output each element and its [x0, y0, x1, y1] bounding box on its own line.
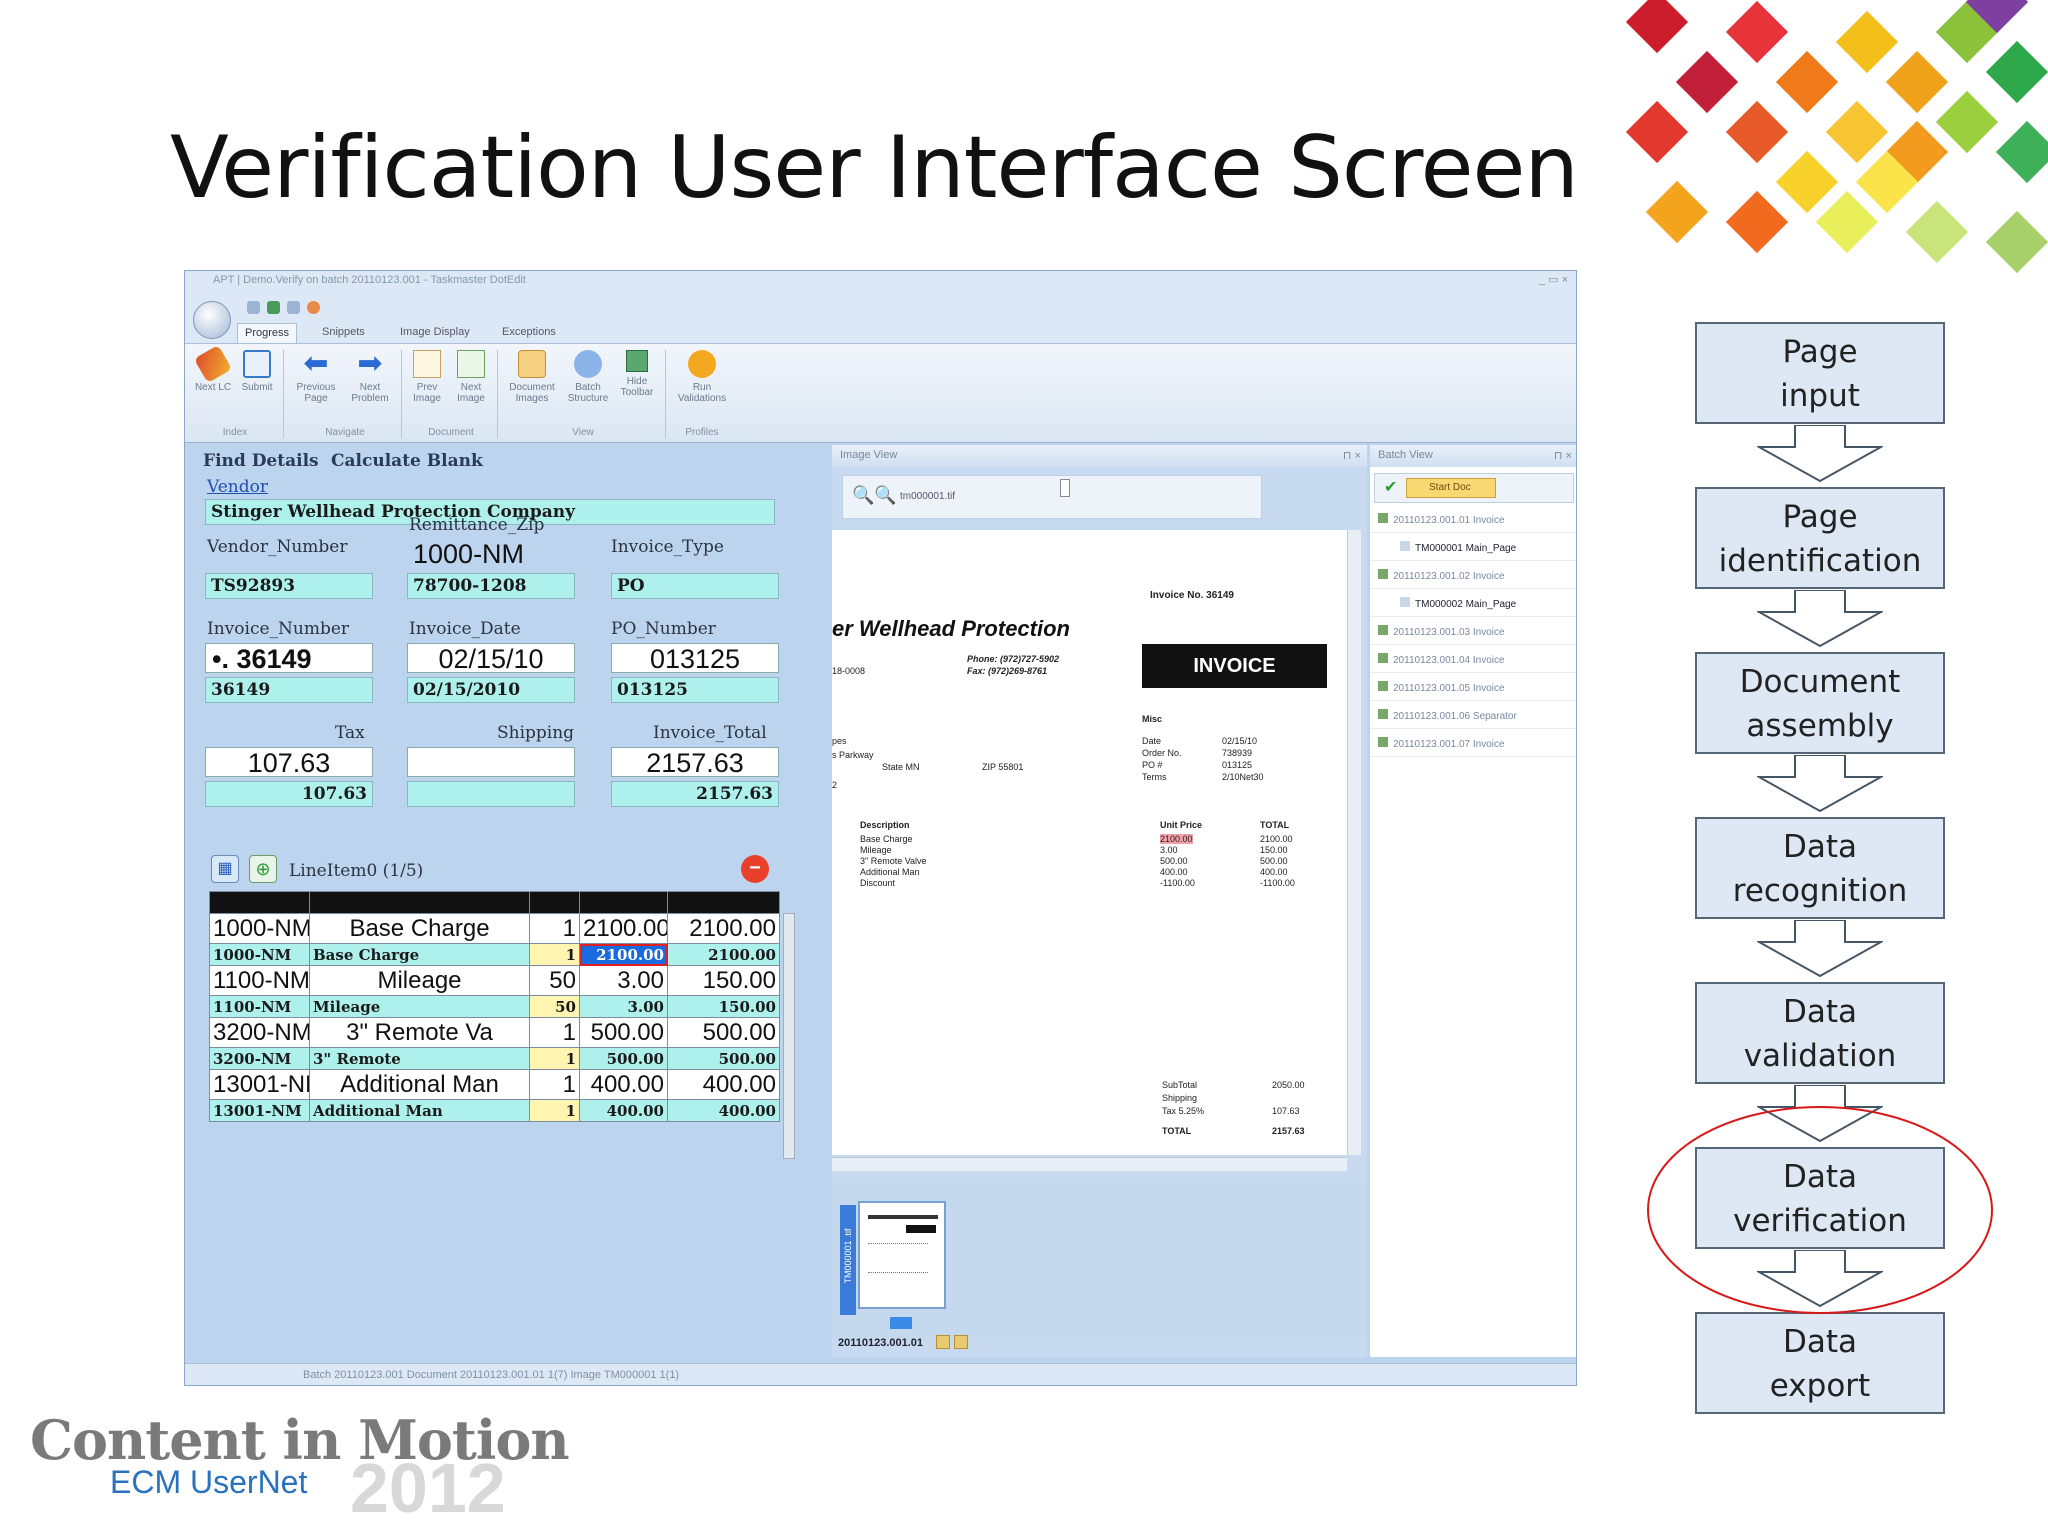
flow-step-page-input: Page input	[1695, 322, 1945, 424]
flow-arrow-icon	[1757, 920, 1883, 978]
flow-arrow-icon	[1757, 755, 1883, 813]
logo-subtitle: ECM UserNet	[110, 1464, 308, 1500]
flow-step-page-identification: Page identification	[1695, 487, 1945, 589]
logo-year: 2012	[350, 1449, 506, 1527]
flow-step-data-recognition: Data recognition	[1695, 817, 1945, 919]
flow-arrow-icon	[1757, 425, 1883, 483]
flow-arrow-icon	[1757, 590, 1883, 648]
conference-logo: Content in Motion ECM UserNet 2012	[30, 1400, 570, 1530]
verification-highlight-ring	[1647, 1106, 1993, 1314]
flow-step-document-assembly: Document assembly	[1695, 652, 1945, 754]
flow-step-data-export: Data export	[1695, 1312, 1945, 1414]
slide: Verification User Interface Screen APT |…	[0, 0, 2048, 1536]
flow-step-data-validation: Data validation	[1695, 982, 1945, 1084]
